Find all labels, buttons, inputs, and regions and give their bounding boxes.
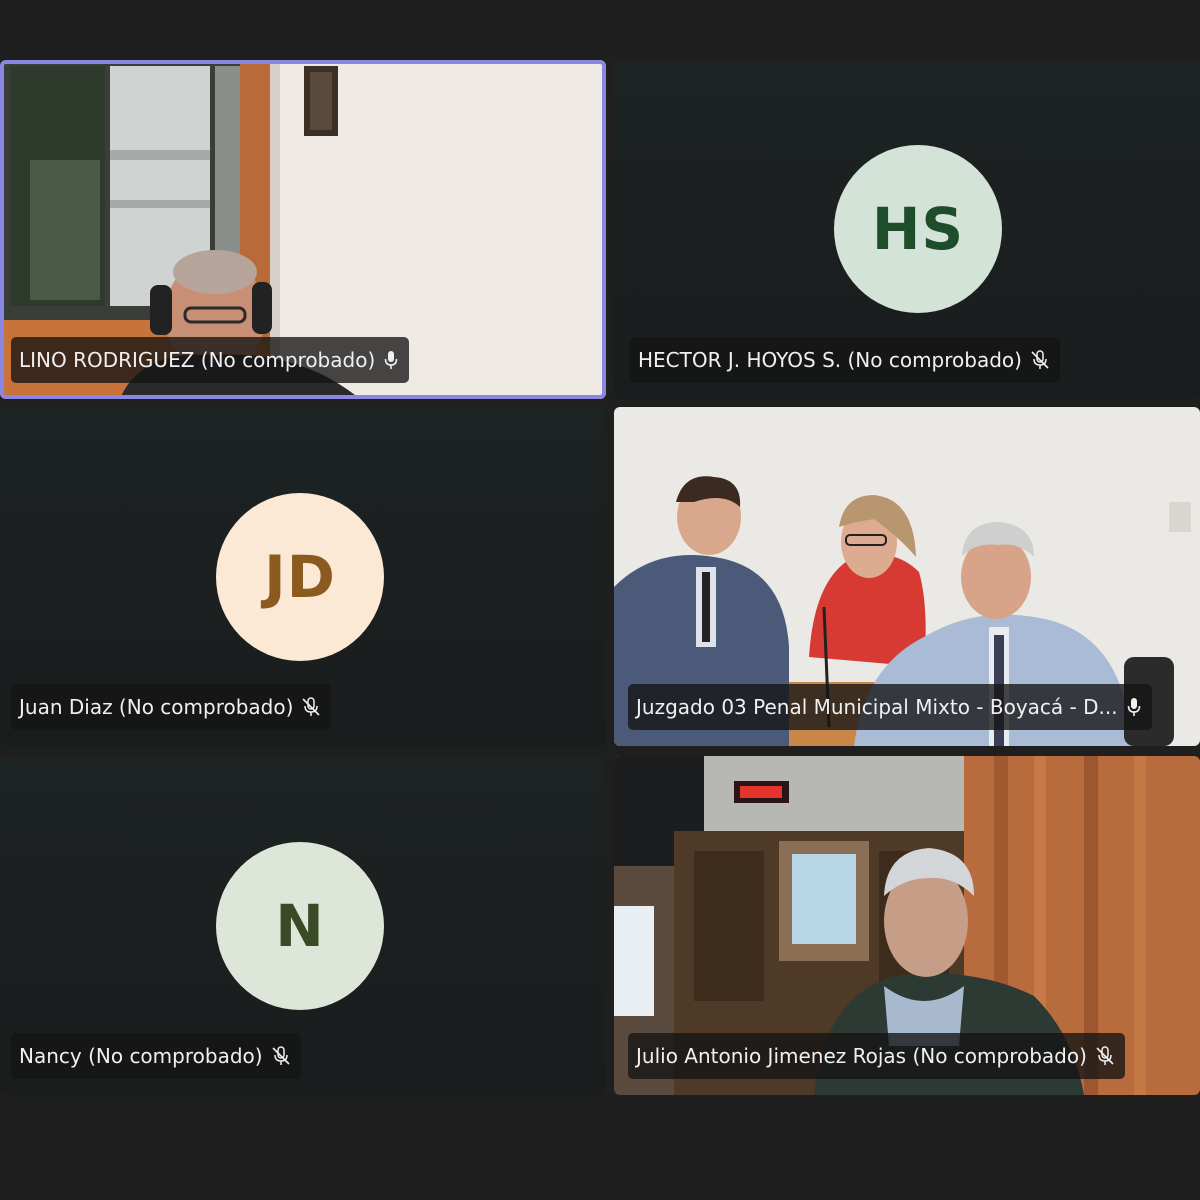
- mic-on-icon: [1127, 698, 1140, 716]
- participant-tile-nancy[interactable]: N Nancy (No comprobado): [0, 756, 606, 1095]
- participant-name: HECTOR J. HOYOS S. (No comprobado): [638, 348, 1022, 372]
- participant-name-tag: Juan Diaz (No comprobado): [11, 684, 332, 730]
- participant-name-tag: Julio Antonio Jimenez Rojas (No comproba…: [628, 1033, 1125, 1079]
- participant-name: Juzgado 03 Penal Municipal Mixto - Boyac…: [636, 695, 1118, 719]
- mic-off-icon: [1096, 1046, 1114, 1065]
- participant-name-tag: LINO RODRIGUEZ (No comprobado): [11, 337, 410, 383]
- participant-tile-juzgado[interactable]: Juzgado 03 Penal Municipal Mixto - Boyac…: [614, 407, 1200, 746]
- participant-name: Juan Diaz (No comprobado): [19, 695, 294, 719]
- participant-name: LINO RODRIGUEZ (No comprobado): [19, 348, 376, 372]
- mic-off-icon: [1031, 350, 1049, 369]
- avatar: N: [216, 842, 384, 1010]
- avatar-initials: JD: [264, 543, 336, 611]
- participant-tile-hector[interactable]: HS HECTOR J. HOYOS S. (No comprobado): [614, 60, 1200, 399]
- participant-name: Julio Antonio Jimenez Rojas (No comproba…: [636, 1044, 1087, 1068]
- mic-off-icon: [271, 1046, 290, 1065]
- participant-tile-julio[interactable]: Julio Antonio Jimenez Rojas (No comproba…: [614, 756, 1200, 1095]
- participant-name-tag: Juzgado 03 Penal Municipal Mixto - Boyac…: [628, 684, 1152, 730]
- avatar-initials: HS: [871, 195, 965, 263]
- participant-name: Nancy (No comprobado): [19, 1044, 263, 1068]
- participant-tile-lino[interactable]: LINO RODRIGUEZ (No comprobado): [0, 60, 606, 399]
- avatar-initials: N: [275, 892, 325, 960]
- mic-on-icon: [384, 351, 398, 369]
- mic-off-icon: [302, 697, 320, 716]
- avatar: HS: [834, 145, 1002, 313]
- participant-tile-juan[interactable]: JD Juan Diaz (No comprobado): [0, 407, 606, 746]
- avatar: JD: [216, 493, 384, 661]
- participant-name-tag: Nancy (No comprobado): [11, 1033, 301, 1079]
- participant-name-tag: HECTOR J. HOYOS S. (No comprobado): [630, 337, 1060, 383]
